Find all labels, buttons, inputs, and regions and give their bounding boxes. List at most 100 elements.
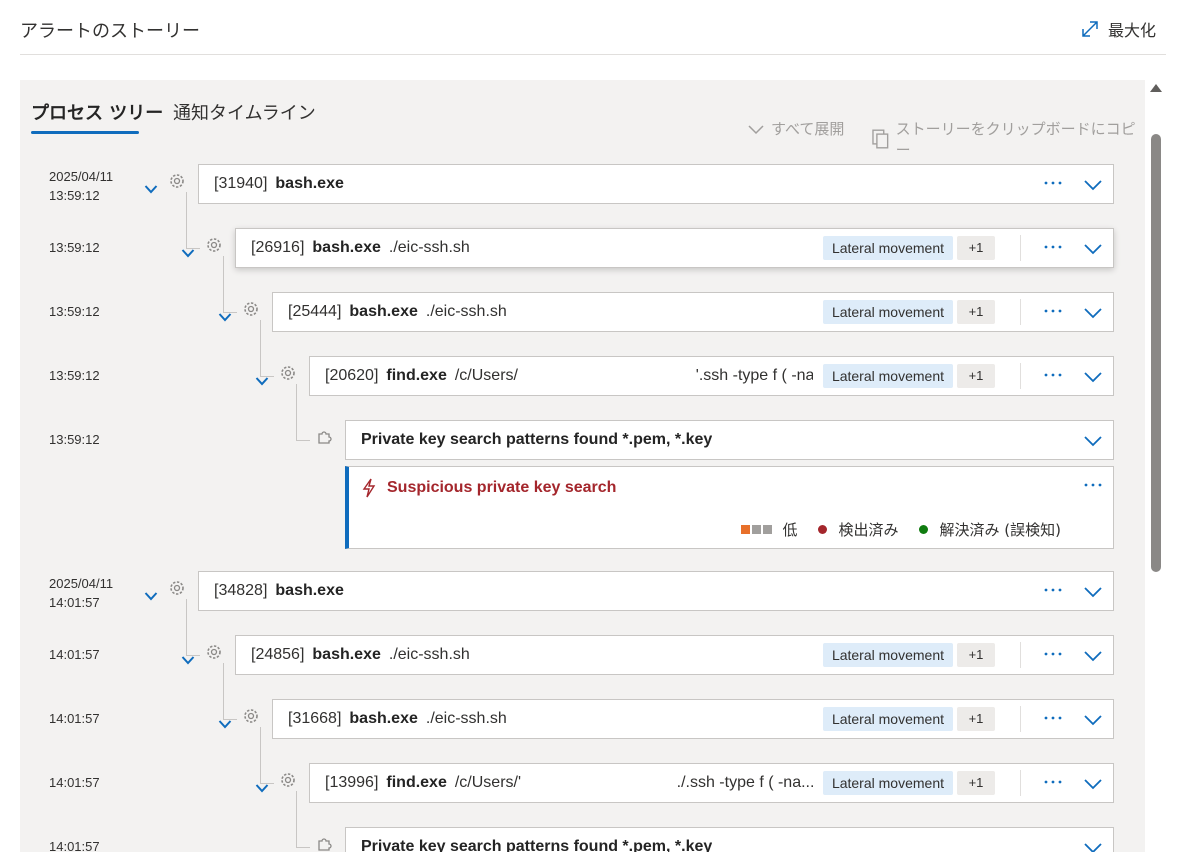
process-id: [24856] xyxy=(251,646,305,663)
process-id: [34828] xyxy=(214,582,268,599)
expand-card-chevron-icon[interactable] xyxy=(1083,777,1103,790)
more-options-icon[interactable] xyxy=(1041,646,1065,662)
alert-card[interactable]: Suspicious private key search 低 検出済み 解決済み (… xyxy=(345,466,1114,549)
process-id: [13996] xyxy=(325,774,379,791)
mitre-tactic-badge[interactable]: Lateral movement xyxy=(822,643,953,667)
more-options-icon[interactable] xyxy=(1041,367,1065,383)
scroll-up-arrow-icon[interactable] xyxy=(1150,84,1162,92)
tree-connector xyxy=(296,440,310,441)
more-tactics-badge[interactable]: +1 xyxy=(957,300,995,324)
process-card[interactable]: [24856] bash.exe ./eic-ssh.sh Lateral movem… xyxy=(235,635,1114,675)
event-text: Private key search patterns found *.pem,… xyxy=(361,431,713,448)
expand-card-chevron-icon[interactable] xyxy=(1083,585,1103,598)
tree-connector xyxy=(260,376,274,377)
timestamp: 14:01:57 xyxy=(49,647,100,662)
process-card[interactable]: [25444] bash.exe ./eic-ssh.sh Lateral movem… xyxy=(272,292,1114,332)
tree-connector xyxy=(296,847,310,848)
more-options-icon[interactable] xyxy=(1041,303,1065,319)
tree-connector xyxy=(260,727,261,783)
process-card[interactable]: [13996] find.exe/c/Users/' ./.ssh -type f… xyxy=(309,763,1114,803)
tree-connector xyxy=(223,256,224,312)
node-expand-chevron-icon[interactable] xyxy=(218,716,232,729)
process-text: [31668] bash.exe ./eic-ssh.sh xyxy=(288,700,813,738)
node-expand-chevron-icon[interactable] xyxy=(144,181,158,194)
maximize-button[interactable]: 最大化 xyxy=(1080,17,1156,41)
timestamp-time: 13:59:12 xyxy=(49,188,100,203)
node-expand-chevron-icon[interactable] xyxy=(255,373,269,386)
process-gear-icon xyxy=(205,236,223,254)
process-args: ./eic-ssh.sh xyxy=(388,239,470,256)
tab-process-tree[interactable]: プロセス ツリー xyxy=(31,99,163,125)
process-text: [20620] find.exe/c/Users/ '.ssh -type f (… xyxy=(325,357,813,395)
more-options-icon[interactable] xyxy=(1041,175,1065,191)
mitre-tactic-badge[interactable]: Lateral movement xyxy=(822,300,953,324)
card-divider xyxy=(1020,706,1021,732)
process-card[interactable]: [26916] bash.exe ./eic-ssh.sh Lateral movem… xyxy=(235,228,1114,268)
process-args: /c/Users/ '.ssh -type f ( -na... xyxy=(454,367,813,384)
status-dot-icon xyxy=(817,525,827,534)
maximize-icon xyxy=(1082,21,1098,37)
vertical-scrollbar[interactable] xyxy=(1148,80,1164,852)
process-gear-icon xyxy=(205,643,223,661)
more-tactics-badge[interactable]: +1 xyxy=(957,643,995,667)
timestamp-date: 2025/04/11 xyxy=(49,169,114,184)
more-options-icon[interactable] xyxy=(1081,477,1105,493)
expand-card-chevron-icon[interactable] xyxy=(1083,242,1103,255)
mitre-tactic-badge[interactable]: Lateral movement xyxy=(822,771,953,795)
alert-status-row: 低 検出済み 解決済み (誤検知) xyxy=(741,519,1061,540)
more-options-icon[interactable] xyxy=(1041,582,1065,598)
more-options-icon[interactable] xyxy=(1041,239,1065,255)
more-options-icon[interactable] xyxy=(1041,774,1065,790)
more-tactics-badge[interactable]: +1 xyxy=(957,236,995,260)
process-id: [31940] xyxy=(214,175,268,192)
event-card[interactable]: Private key search patterns found *.pem,… xyxy=(345,827,1114,852)
process-args: ./eic-ssh.sh xyxy=(388,646,470,663)
more-tactics-badge[interactable]: +1 xyxy=(957,771,995,795)
timestamp-time: 14:01:57 xyxy=(49,595,100,610)
copy-icon xyxy=(872,129,889,149)
copy-story-button[interactable]: ストーリーをクリップボードにコピー xyxy=(872,118,1145,160)
timestamp: 13:59:12 xyxy=(49,368,100,383)
more-options-icon[interactable] xyxy=(1041,710,1065,726)
event-card[interactable]: Private key search patterns found *.pem,… xyxy=(345,420,1114,460)
process-name: find.exe xyxy=(386,774,447,791)
detection-status: 検出済み xyxy=(838,521,899,539)
node-expand-chevron-icon[interactable] xyxy=(218,309,232,322)
node-expand-chevron-icon[interactable] xyxy=(144,588,158,601)
timestamp: 14:01:57 xyxy=(49,839,100,852)
expand-card-chevron-icon[interactable] xyxy=(1083,306,1103,319)
resolution-dot-icon xyxy=(918,525,928,534)
more-tactics-badge[interactable]: +1 xyxy=(957,364,995,388)
process-card[interactable]: [31940] bash.exe xyxy=(198,164,1114,204)
expand-card-chevron-icon[interactable] xyxy=(1083,370,1103,383)
process-gear-icon xyxy=(279,364,297,382)
process-card[interactable]: [31668] bash.exe ./eic-ssh.sh Lateral movem… xyxy=(272,699,1114,739)
node-expand-chevron-icon[interactable] xyxy=(255,780,269,793)
process-name: bash.exe xyxy=(312,239,381,256)
process-name: bash.exe xyxy=(275,582,344,599)
more-tactics-badge[interactable]: +1 xyxy=(957,707,995,731)
story-panel: プロセス ツリー 通知タイムライン すべて展開 ストーリーをクリップボードにコピ… xyxy=(20,80,1145,852)
timestamp: 13:59:12 xyxy=(49,240,100,255)
node-expand-chevron-icon[interactable] xyxy=(181,652,195,665)
mitre-tactic-badge[interactable]: Lateral movement xyxy=(822,707,953,731)
expand-card-chevron-icon[interactable] xyxy=(1083,434,1103,447)
alert-title-link[interactable]: Suspicious private key search xyxy=(387,479,616,497)
tree-connector xyxy=(223,312,237,313)
scroll-thumb[interactable] xyxy=(1151,134,1161,572)
tree-connector xyxy=(223,719,237,720)
header-divider xyxy=(20,54,1166,55)
mitre-tactic-badge[interactable]: Lateral movement xyxy=(822,236,953,260)
mitre-tactic-badge[interactable]: Lateral movement xyxy=(822,364,953,388)
expand-card-chevron-icon[interactable] xyxy=(1083,178,1103,191)
tab-alert-timeline[interactable]: 通知タイムライン xyxy=(173,99,316,125)
lightning-icon xyxy=(361,478,377,498)
process-card[interactable]: [34828] bash.exe xyxy=(198,571,1114,611)
node-expand-chevron-icon[interactable] xyxy=(181,245,195,258)
expand-card-chevron-icon[interactable] xyxy=(1083,649,1103,662)
expand-card-chevron-icon[interactable] xyxy=(1083,841,1103,852)
card-divider xyxy=(1020,642,1021,668)
expand-all-button[interactable]: すべて展開 xyxy=(747,118,844,139)
process-card[interactable]: [20620] find.exe/c/Users/ '.ssh -type f (… xyxy=(309,356,1114,396)
expand-card-chevron-icon[interactable] xyxy=(1083,713,1103,726)
